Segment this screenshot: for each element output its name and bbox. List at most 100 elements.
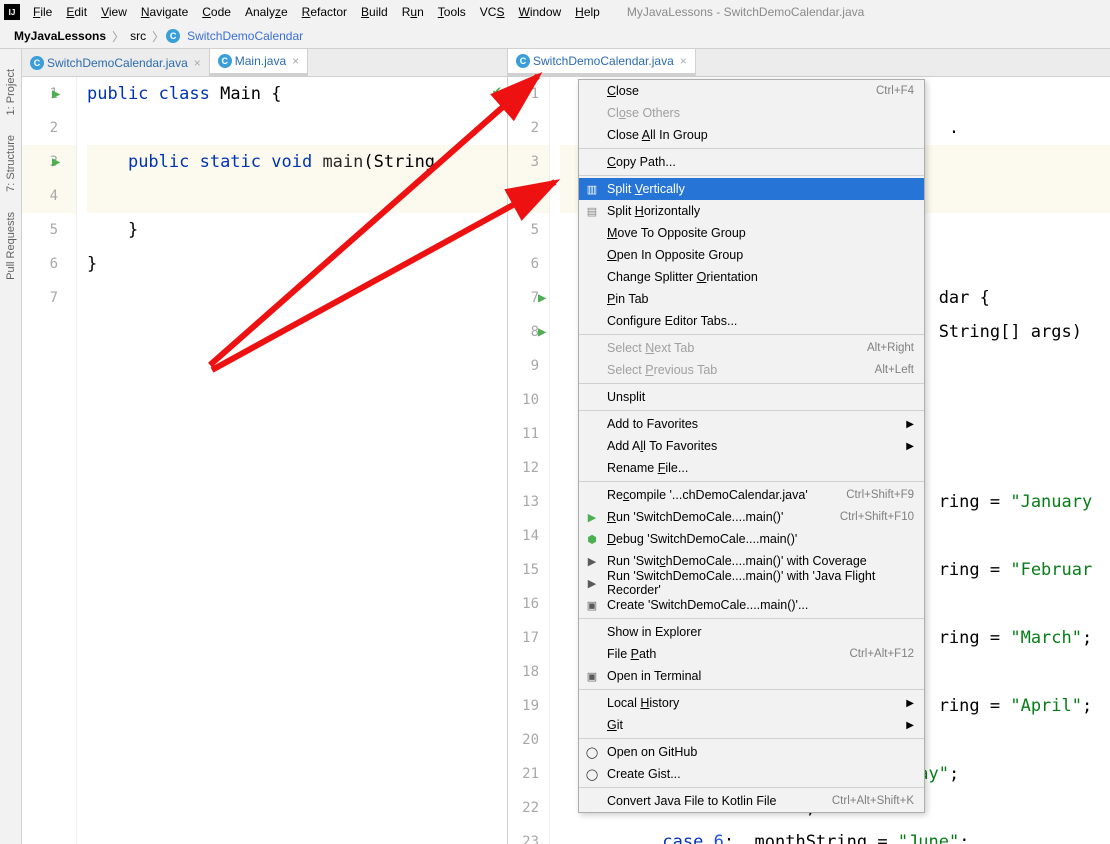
menu-help[interactable]: Help [568, 2, 607, 22]
menu-item-open-in-opposite-group[interactable]: Open In Opposite Group [579, 244, 924, 266]
run-gutter-icon[interactable]: ▶ [538, 290, 546, 306]
run-gutter-icon[interactable]: ▶ [52, 154, 60, 170]
menu-file[interactable]: File [26, 2, 59, 22]
code-line[interactable]: case 6: monthString = "June"; [560, 825, 1110, 844]
menu-navigate[interactable]: Navigate [134, 2, 195, 22]
close-icon[interactable]: × [680, 54, 687, 68]
tab-bar-left: C SwitchDemoCalendar.java × C Main.java … [22, 49, 507, 77]
menu-code[interactable]: Code [195, 2, 238, 22]
menu-item-close-all-in-group[interactable]: Close All In Group [579, 124, 924, 146]
code-line[interactable] [87, 111, 507, 145]
code-line[interactable]: public class Main { [87, 77, 507, 111]
breadcrumb-leaf[interactable]: SwitchDemoCalendar [183, 27, 307, 45]
menu-run[interactable]: Run [395, 2, 431, 22]
chevron-right-icon: 〉 [152, 28, 164, 45]
gutter-line: 17 [508, 621, 549, 655]
menu-item-unsplit[interactable]: Unsplit [579, 386, 924, 408]
menu-item-convert-java-file-to-kotlin-file[interactable]: Convert Java File to Kotlin FileCtrl+Alt… [579, 790, 924, 812]
menu-item-add-to-favorites[interactable]: Add to Favorites▶ [579, 413, 924, 435]
menu-item-label: Recompile '...chDemoCalendar.java' [607, 488, 808, 502]
menu-item-create-gist[interactable]: ◯Create Gist... [579, 763, 924, 785]
menu-item-git[interactable]: Git▶ [579, 714, 924, 736]
gutter-line: 5 [508, 213, 549, 247]
menu-item-label: Move To Opposite Group [607, 226, 746, 240]
menu-item-label: File Path [607, 647, 656, 661]
menu-view[interactable]: View [94, 2, 134, 22]
gutter-line: 18 [508, 655, 549, 689]
menu-item-run-switchdemocale-main[interactable]: ▶Run 'SwitchDemoCale....main()'Ctrl+Shif… [579, 506, 924, 528]
menu-vcs[interactable]: VCS [473, 2, 512, 22]
close-icon[interactable]: × [292, 54, 299, 68]
menu-refactor[interactable]: Refactor [295, 2, 354, 22]
menu-item-pin-tab[interactable]: Pin Tab [579, 288, 924, 310]
menu-item-move-to-opposite-group[interactable]: Move To Opposite Group [579, 222, 924, 244]
gutter-line: 12 [508, 451, 549, 485]
menu-separator [579, 334, 924, 335]
terminal-icon: ▣ [585, 669, 599, 683]
menu-item-split-horizontally[interactable]: ▤ Split Horizontally [579, 200, 924, 222]
menu-item-label: Run 'SwitchDemoCale....main()' with Cove… [607, 554, 867, 568]
code-line[interactable]: } [87, 213, 507, 247]
code-line[interactable] [87, 281, 507, 315]
menu-item-configure-editor-tabs[interactable]: Configure Editor Tabs... [579, 310, 924, 332]
gutter-line: 9 [508, 349, 549, 383]
menu-build[interactable]: Build [354, 2, 395, 22]
menu-item-label: Split Vertically [607, 182, 685, 196]
code-line[interactable] [87, 179, 507, 213]
gutter-line: 6 [508, 247, 549, 281]
menu-item-open-in-terminal[interactable]: ▣ Open in Terminal [579, 665, 924, 687]
menu-item-copy-path[interactable]: Copy Path... [579, 151, 924, 173]
split-horizontal-icon: ▤ [585, 204, 599, 218]
menu-item-add-all-to-favorites[interactable]: Add All To Favorites▶ [579, 435, 924, 457]
editor-pane-left: C SwitchDemoCalendar.java × C Main.java … [22, 49, 508, 844]
menu-separator [579, 383, 924, 384]
menu-shortcut: Ctrl+Alt+F12 [849, 648, 914, 660]
gutter-right: 1234567▶8▶91011121314151617181920212223 [508, 77, 550, 844]
menu-item-close[interactable]: CloseCtrl+F4 [579, 80, 924, 102]
submenu-arrow-icon: ▶ [906, 698, 914, 709]
menu-separator [579, 618, 924, 619]
menu-item-change-splitter-orientation[interactable]: Change Splitter Orientation [579, 266, 924, 288]
gutter-line: 23 [508, 825, 549, 844]
menu-item-create-switchdemocale-main[interactable]: ▣Create 'SwitchDemoCale....main()'... [579, 594, 924, 616]
code-left[interactable]: ✔ public class Main { public static void… [77, 77, 507, 844]
run-gutter-icon[interactable]: ▶ [538, 324, 546, 340]
menu-item-open-on-github[interactable]: ◯Open on GitHub [579, 741, 924, 763]
menu-analyze[interactable]: Analyze [238, 2, 295, 22]
menu-item-split-vertically[interactable]: ▥Split Vertically [579, 178, 924, 200]
menu-item-file-path[interactable]: File Path Ctrl+Alt+F12 [579, 643, 924, 665]
breadcrumb-src[interactable]: src [126, 27, 150, 45]
gutter-line: 20 [508, 723, 549, 757]
gutter-left: 1▶23▶4567 [22, 77, 77, 844]
menu-item-select-next-tab: Select Next TabAlt+Right [579, 337, 924, 359]
tab-switchdemocalendar-right[interactable]: C SwitchDemoCalendar.java × [508, 49, 696, 76]
tool-pull-requests[interactable]: Pull Requests [5, 212, 17, 280]
menu-item-label: Rename File... [607, 461, 688, 475]
menu-item-recompile-chdemocalendar-java[interactable]: Recompile '...chDemoCalendar.java'Ctrl+S… [579, 484, 924, 506]
code-line[interactable]: public static void main(String [87, 145, 507, 179]
menu-tools[interactable]: Tools [431, 2, 473, 22]
menu-item-label: Split Horizontally [607, 204, 700, 218]
menu-item-label: Convert Java File to Kotlin File [607, 794, 777, 808]
code-line[interactable]: } [87, 247, 507, 281]
menu-item-run-switchdemocale-main-with-java-flight-recorder[interactable]: ▶Run 'SwitchDemoCale....main()' with 'Ja… [579, 572, 924, 594]
tool-project[interactable]: 1: Project [5, 69, 17, 115]
menu-item-rename-file[interactable]: Rename File... [579, 457, 924, 479]
editor-left[interactable]: 1▶23▶4567 ✔ public class Main { public s… [22, 77, 507, 844]
menu-item-label: Open in Terminal [607, 669, 701, 683]
menu-item-debug-switchdemocale-main[interactable]: ⬢Debug 'SwitchDemoCale....main()' [579, 528, 924, 550]
class-icon: C [166, 29, 180, 43]
menu-window[interactable]: Window [511, 2, 568, 22]
tool-structure[interactable]: 7: Structure [5, 135, 17, 192]
menu-item-local-history[interactable]: Local History▶ [579, 692, 924, 714]
close-icon[interactable]: × [194, 56, 201, 70]
gutter-line: 13 [508, 485, 549, 519]
tab-main[interactable]: C Main.java × [210, 49, 308, 76]
menu-item-show-in-explorer[interactable]: Show in Explorer [579, 621, 924, 643]
run-gutter-icon[interactable]: ▶ [52, 86, 60, 102]
menu-edit[interactable]: Edit [59, 2, 94, 22]
breadcrumb-root[interactable]: MyJavaLessons [10, 27, 110, 45]
menu-shortcut: Alt+Left [875, 364, 914, 376]
terminal-icon: ▣ [585, 598, 599, 612]
tab-switchdemocalendar[interactable]: C SwitchDemoCalendar.java × [22, 49, 210, 76]
